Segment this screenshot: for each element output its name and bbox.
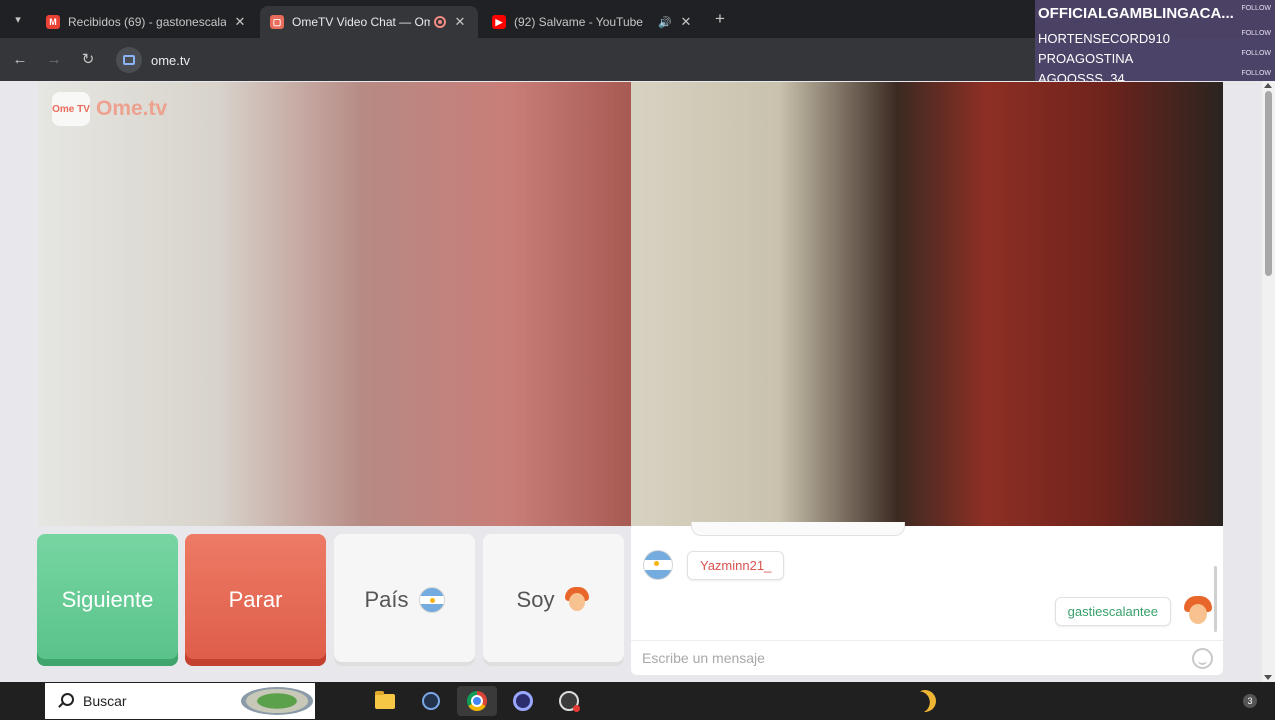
overlay-username: PROAGOSTINA <box>1038 50 1134 66</box>
message-bubble: Yazminn21_ <box>687 550 785 580</box>
overlay-username: OFFICIALGAMBLINGACA... <box>1038 4 1234 22</box>
close-tab-icon[interactable]: ✕ <box>452 14 468 30</box>
tab-gmail[interactable]: M Recibidos (69) - gastonescalant ✕ <box>36 6 258 38</box>
folder-icon <box>375 690 395 709</box>
tab-title: Recibidos (69) - gastonescalant <box>68 15 226 29</box>
browser-app[interactable] <box>411 686 451 716</box>
ometv-logo: Ome TV <box>52 92 90 126</box>
close-tab-icon[interactable]: ✕ <box>232 14 248 30</box>
overlay-follow-label: FOLLOW <box>1241 50 1271 57</box>
chrome-icon <box>467 691 487 711</box>
previous-message-clipped <box>691 522 905 536</box>
url-text: ome.tv <box>151 52 191 68</box>
emoji-icon[interactable] <box>1192 648 1213 669</box>
tab-ometv[interactable]: ▢ OmeTV Video Chat — Ome ✕ <box>260 6 478 38</box>
globe-icon <box>422 692 440 710</box>
windows-taskbar: Buscar 3 <box>0 682 1275 720</box>
overlay-follow-label: FOLLOW <box>1241 5 1271 12</box>
tab-title: OmeTV Video Chat — Ome <box>292 15 430 29</box>
message-input[interactable] <box>642 650 1162 666</box>
ometv-watermark: Ome TV Ome.tv <box>52 92 167 126</box>
search-label: Buscar <box>83 693 127 709</box>
watermark-text: Ome.tv <box>96 97 168 120</box>
stop-button[interactable]: Parar <box>185 534 326 666</box>
obs-icon <box>559 691 580 712</box>
search-icon <box>57 693 74 709</box>
file-explorer-app[interactable] <box>365 686 405 716</box>
overlay-username: HORTENSECORD910 <box>1038 30 1170 46</box>
gmail-icon: M <box>46 15 60 29</box>
overlay-row: OFFICIALGAMBLINGACA... FOLLOW <box>1038 3 1275 23</box>
next-button[interactable]: Siguiente <box>37 534 178 666</box>
forward-icon[interactable]: → <box>44 49 64 69</box>
taskbar-search[interactable]: Buscar <box>45 683 315 719</box>
stranger-video: Ome TV Ome.tv <box>38 82 631 526</box>
youtube-icon: ▶ <box>492 15 506 29</box>
incoming-message: Yazminn21_ <box>643 550 785 580</box>
overlay-follow-label: FOLLOW <box>1241 30 1271 37</box>
obs-app[interactable] <box>549 686 589 716</box>
chat-input-bar <box>631 640 1223 675</box>
boy-emoji-icon <box>1183 596 1213 626</box>
reload-icon[interactable]: ↻ <box>78 49 98 69</box>
chat-scrollbar[interactable] <box>1214 566 1217 632</box>
page-scrollbar[interactable] <box>1262 81 1275 682</box>
scroll-thumb[interactable] <box>1265 91 1272 276</box>
overlay-row: PROAGOSTINA FOLLOW <box>1038 48 1275 68</box>
back-icon[interactable]: ← <box>10 49 30 69</box>
ring-app-icon <box>513 691 533 711</box>
gender-label: Soy <box>516 587 555 612</box>
address-bar[interactable]: ome.tv <box>112 44 1112 76</box>
outgoing-message: gastiescalantee <box>1054 596 1213 626</box>
new-tab-button[interactable]: + <box>710 9 730 29</box>
next-label: Siguiente <box>61 587 154 612</box>
moon-icon[interactable] <box>910 686 940 716</box>
argentina-flag-icon <box>643 550 673 580</box>
notification-badge[interactable]: 3 <box>1243 694 1257 708</box>
message-bubble: gastiescalantee <box>1054 596 1171 626</box>
close-tab-icon[interactable]: ✕ <box>678 14 694 30</box>
country-button[interactable]: País <box>334 534 475 666</box>
scroll-down-icon[interactable] <box>1264 675 1272 680</box>
recording-icon <box>434 16 446 28</box>
boy-emoji-icon <box>564 587 590 613</box>
overlay-row: HORTENSECORD910 FOLLOW <box>1038 28 1275 48</box>
stop-label: Parar <box>228 587 283 612</box>
gender-button[interactable]: Soy <box>483 534 624 666</box>
overlay-follow-label: FOLLOW <box>1241 70 1271 77</box>
search-highlight-image <box>241 687 313 715</box>
site-info-icon[interactable] <box>116 47 142 73</box>
argentina-flag-icon <box>418 587 445 613</box>
tab-search-chevron-icon[interactable]: ▾ <box>8 9 28 29</box>
audio-playing-icon[interactable]: 🔊 <box>658 16 672 29</box>
ometv-icon: ▢ <box>270 15 284 29</box>
ring-app[interactable] <box>503 686 543 716</box>
country-label: País <box>364 587 409 612</box>
stream-follow-overlay: OFFICIALGAMBLINGACA... FOLLOW HORTENSECO… <box>1035 0 1275 88</box>
tab-youtube[interactable]: ▶ (92) Salvame - YouTube 🔊 ✕ <box>482 6 704 38</box>
tab-title: (92) Salvame - YouTube <box>514 15 643 29</box>
chrome-app[interactable] <box>457 686 497 716</box>
scroll-up-icon[interactable] <box>1264 83 1272 88</box>
self-video <box>631 82 1223 526</box>
chat-panel: Yazminn21_ gastiescalantee <box>631 522 1223 675</box>
